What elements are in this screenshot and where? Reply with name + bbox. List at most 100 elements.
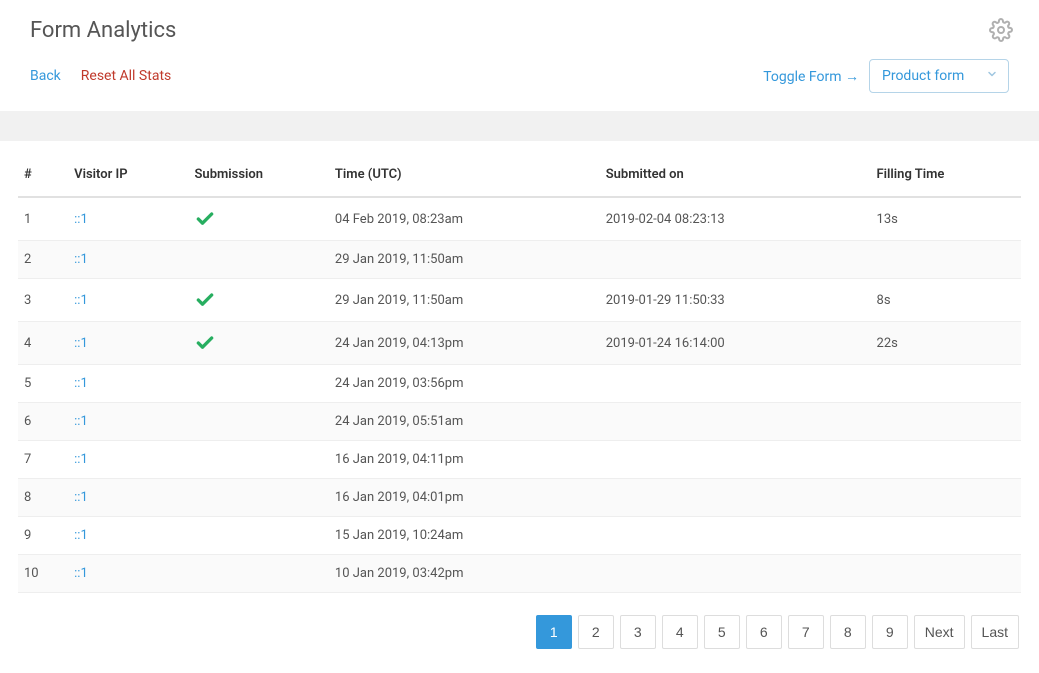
cell-submission — [189, 279, 329, 322]
cell-submission — [189, 517, 329, 555]
cell-submitted-on — [600, 517, 871, 555]
table-row: 1::1 04 Feb 2019, 08:23am2019-02-04 08:23… — [18, 197, 1021, 241]
page-button-5[interactable]: 5 — [704, 615, 740, 649]
cell-submitted-on — [600, 479, 871, 517]
cell-filling-time: 8s — [871, 279, 1021, 322]
col-header-submission: Submission — [189, 151, 329, 197]
cell-time: 24 Jan 2019, 05:51am — [329, 403, 600, 441]
cell-ip: ::1 — [68, 241, 188, 279]
table-row: 8::1 16 Jan 2019, 04:01pm — [18, 479, 1021, 517]
cell-num: 3 — [18, 279, 68, 322]
form-select-value: Product form — [882, 68, 964, 84]
col-header-num: # — [18, 151, 68, 197]
cell-submission — [189, 197, 329, 241]
page-button-3[interactable]: 3 — [620, 615, 656, 649]
visitor-ip-link[interactable]: ::1 — [74, 452, 88, 467]
visitor-ip-link[interactable]: ::1 — [74, 336, 88, 351]
cell-submitted-on — [600, 403, 871, 441]
cell-ip: ::1 — [68, 197, 188, 241]
cell-time: 29 Jan 2019, 11:50am — [329, 279, 600, 322]
cell-filling-time: 13s — [871, 197, 1021, 241]
cell-time: 16 Jan 2019, 04:11pm — [329, 441, 600, 479]
table-row: 4::1 24 Jan 2019, 04:13pm2019-01-24 16:14… — [18, 322, 1021, 365]
page-button-6[interactable]: 6 — [746, 615, 782, 649]
cell-ip: ::1 — [68, 441, 188, 479]
page-button-8[interactable]: 8 — [830, 615, 866, 649]
cell-submitted-on: 2019-01-29 11:50:33 — [600, 279, 871, 322]
chevron-down-icon — [986, 68, 998, 84]
visitor-ip-link[interactable]: ::1 — [74, 566, 88, 581]
toggle-form-link[interactable]: Toggle Form → — [763, 68, 859, 85]
cell-submission — [189, 241, 329, 279]
visitor-ip-link[interactable]: ::1 — [74, 293, 88, 308]
reset-stats-link[interactable]: Reset All Stats — [81, 68, 171, 84]
table-row: 7::1 16 Jan 2019, 04:11pm — [18, 441, 1021, 479]
cell-filling-time — [871, 441, 1021, 479]
cell-num: 1 — [18, 197, 68, 241]
cell-ip: ::1 — [68, 555, 188, 593]
form-select[interactable]: Product form — [869, 59, 1009, 93]
page-next-button[interactable]: Next — [914, 615, 965, 649]
cell-time: 16 Jan 2019, 04:01pm — [329, 479, 600, 517]
page-button-9[interactable]: 9 — [872, 615, 908, 649]
cell-time: 10 Jan 2019, 03:42pm — [329, 555, 600, 593]
cell-num: 5 — [18, 365, 68, 403]
cell-time: 24 Jan 2019, 04:13pm — [329, 322, 600, 365]
cell-submission — [189, 322, 329, 365]
cell-submission — [189, 479, 329, 517]
page-button-7[interactable]: 7 — [788, 615, 824, 649]
cell-filling-time — [871, 555, 1021, 593]
cell-filling-time — [871, 517, 1021, 555]
gear-icon — [989, 18, 1013, 42]
cell-ip: ::1 — [68, 365, 188, 403]
cell-num: 9 — [18, 517, 68, 555]
check-icon — [195, 209, 323, 229]
cell-num: 6 — [18, 403, 68, 441]
visitor-ip-link[interactable]: ::1 — [74, 490, 88, 505]
col-header-time: Time (UTC) — [329, 151, 600, 197]
cell-filling-time — [871, 241, 1021, 279]
col-header-submitted: Submitted on — [600, 151, 871, 197]
visitor-ip-link[interactable]: ::1 — [74, 376, 88, 391]
cell-time: 24 Jan 2019, 03:56pm — [329, 365, 600, 403]
visitor-ip-link[interactable]: ::1 — [74, 212, 88, 227]
cell-submission — [189, 403, 329, 441]
page-button-1[interactable]: 1 — [536, 615, 572, 649]
page-button-4[interactable]: 4 — [662, 615, 698, 649]
page-button-2[interactable]: 2 — [578, 615, 614, 649]
cell-ip: ::1 — [68, 403, 188, 441]
cell-filling-time: 22s — [871, 322, 1021, 365]
table-row: 2::129 Jan 2019, 11:50am — [18, 241, 1021, 279]
cell-num: 4 — [18, 322, 68, 365]
back-link[interactable]: Back — [30, 68, 61, 84]
cell-submission — [189, 365, 329, 403]
cell-num: 2 — [18, 241, 68, 279]
table-row: 5::1 24 Jan 2019, 03:56pm — [18, 365, 1021, 403]
table-row: 10::1 10 Jan 2019, 03:42pm — [18, 555, 1021, 593]
settings-button[interactable] — [989, 18, 1013, 42]
cell-submitted-on — [600, 365, 871, 403]
cell-submitted-on — [600, 241, 871, 279]
cell-ip: ::1 — [68, 517, 188, 555]
visitor-ip-link[interactable]: ::1 — [74, 414, 88, 429]
visitor-ip-link[interactable]: ::1 — [74, 528, 88, 543]
cell-num: 8 — [18, 479, 68, 517]
col-header-filling: Filling Time — [871, 151, 1021, 197]
cell-ip: ::1 — [68, 322, 188, 365]
cell-submitted-on: 2019-01-24 16:14:00 — [600, 322, 871, 365]
page-last-button[interactable]: Last — [971, 615, 1019, 649]
table-row: 3::1 29 Jan 2019, 11:50am2019-01-29 11:50… — [18, 279, 1021, 322]
cell-num: 10 — [18, 555, 68, 593]
col-header-ip: Visitor IP — [68, 151, 188, 197]
table-row: 9::115 Jan 2019, 10:24am — [18, 517, 1021, 555]
table-row: 6::1 24 Jan 2019, 05:51am — [18, 403, 1021, 441]
cell-time: 04 Feb 2019, 08:23am — [329, 197, 600, 241]
cell-submitted-on: 2019-02-04 08:23:13 — [600, 197, 871, 241]
check-icon — [195, 290, 323, 310]
cell-filling-time — [871, 479, 1021, 517]
cell-ip: ::1 — [68, 279, 188, 322]
visitor-ip-link[interactable]: ::1 — [74, 252, 88, 267]
check-icon — [195, 333, 323, 353]
cell-num: 7 — [18, 441, 68, 479]
page-title: Form Analytics — [30, 18, 1009, 43]
